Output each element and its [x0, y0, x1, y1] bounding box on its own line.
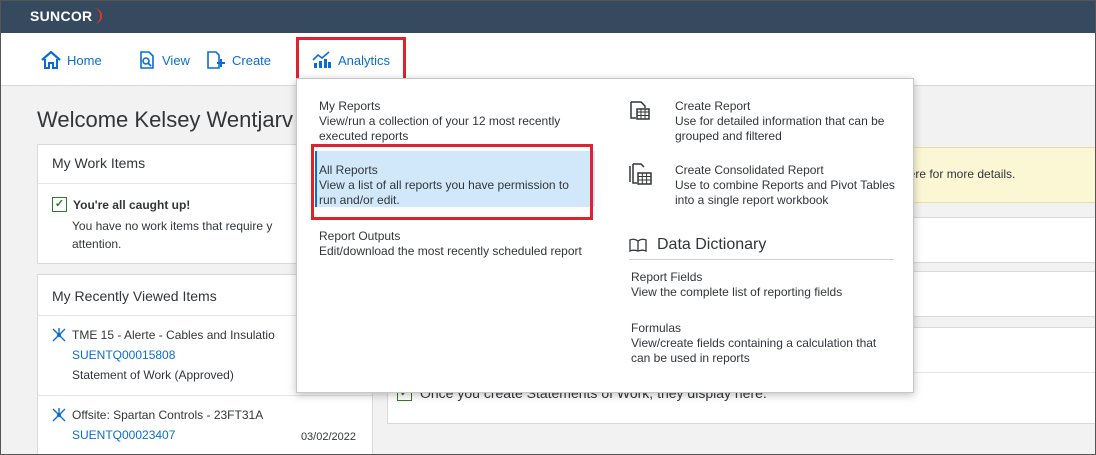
list-divider [38, 395, 372, 396]
data-dictionary-heading: Data Dictionary [629, 236, 766, 254]
book-icon [629, 238, 647, 252]
data-dictionary-divider [629, 259, 894, 260]
menu-item-title: Create Report [675, 99, 751, 113]
work-items-title: My Work Items [52, 155, 146, 171]
menu-item-formulas[interactable]: Formulas View/create fields containing a… [631, 321, 891, 366]
nav-view[interactable]: View [138, 46, 190, 74]
nav-create-label: Create [232, 52, 272, 68]
network-icon [52, 408, 66, 422]
menu-item-report-fields[interactable]: Report Fields View the complete list of … [631, 270, 891, 300]
menu-item-title: Report Fields [631, 270, 703, 284]
create-icon [207, 51, 225, 69]
all-reports-highlight-box [311, 144, 593, 220]
app-frame: SUNCOR Home View Create Analytics Welcom… [0, 0, 1096, 455]
nav-create[interactable]: Create [206, 46, 271, 74]
menu-item-create-consolidated-report[interactable]: Create Consolidated Report Use to combin… [675, 163, 905, 208]
recent-item-title: Offsite: Spartan Controls - 23FT31A [52, 405, 356, 425]
menu-item-create-report[interactable]: Create Report Use for detailed informati… [675, 99, 895, 144]
nav-view-label: View [162, 52, 190, 68]
menu-item-title: Report Outputs [319, 229, 401, 243]
consolidated-report-icon [629, 163, 652, 185]
menu-item-title: Formulas [631, 321, 682, 335]
recent-item[interactable]: Offsite: Spartan Controls - 23FT31A SUEN… [52, 405, 356, 445]
caught-up-text: You're all caught up! [73, 197, 191, 212]
welcome-heading: Welcome Kelsey Wentjarv [37, 107, 293, 132]
home-icon [41, 51, 61, 69]
recent-item-date: 03/02/2022 [300, 431, 356, 443]
menu-item-desc: Use for detailed information that can be… [675, 114, 885, 143]
network-icon [52, 328, 66, 342]
create-report-icon [630, 101, 650, 120]
view-icon [140, 51, 154, 69]
notice-text[interactable]: here for more details. [902, 167, 1015, 181]
caught-up-title: ✓ You're all caught up! [52, 197, 190, 212]
suncor-logo[interactable]: SUNCOR [30, 8, 103, 24]
top-bar: SUNCOR [1, 1, 1095, 33]
menu-item-title: Create Consolidated Report [675, 163, 824, 177]
nav-home[interactable]: Home [41, 46, 102, 74]
analytics-menu: My Reports View/run a collection of your… [296, 78, 914, 393]
nav-home-label: Home [67, 52, 102, 68]
menu-item-desc: Edit/download the most recently schedule… [319, 244, 582, 258]
menu-item-desc: View/create fields containing a calculat… [631, 336, 877, 365]
check-icon: ✓ [52, 197, 67, 212]
menu-item-desc: Use to combine Reports and Pivot Tables … [675, 178, 895, 207]
menu-item-title: My Reports [319, 99, 381, 113]
menu-item-desc: View the complete list of reporting fiel… [631, 285, 843, 299]
menu-item-report-outputs[interactable]: Report Outputs Edit/download the most re… [319, 229, 594, 259]
menu-item-desc: View/run a collection of your 12 most re… [319, 114, 561, 143]
no-work-items-message: You have no work items that require y at… [72, 219, 273, 251]
menu-item-my-reports[interactable]: My Reports View/run a collection of your… [319, 99, 579, 144]
recently-viewed-title: My Recently Viewed Items [52, 288, 217, 304]
